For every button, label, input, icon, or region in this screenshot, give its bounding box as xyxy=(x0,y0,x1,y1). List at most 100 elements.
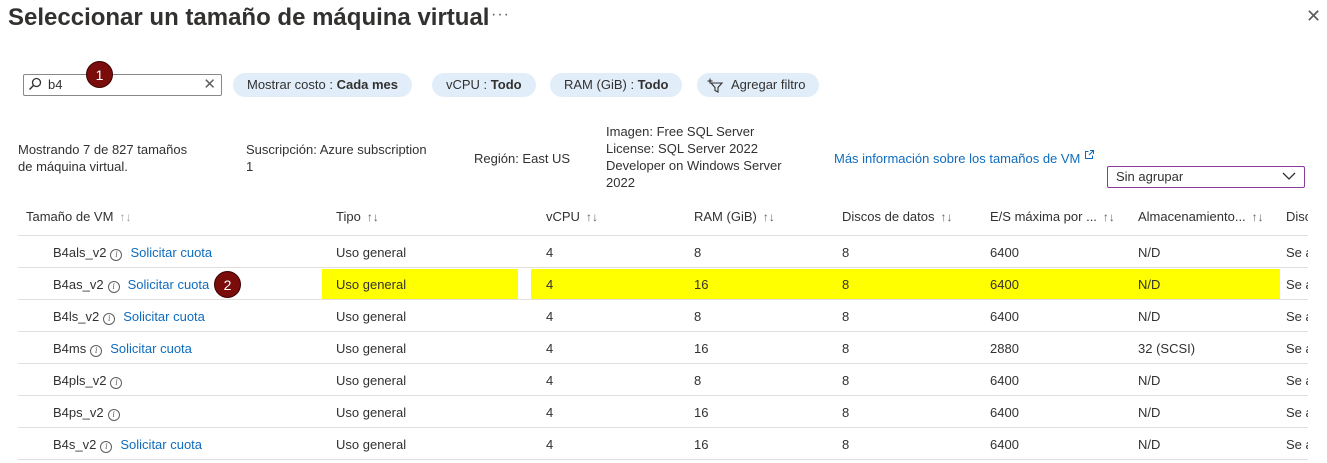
step-badge-2: 2 xyxy=(214,271,241,298)
cell-disks: 8 xyxy=(842,309,850,324)
cell-ram: 16 xyxy=(694,277,709,292)
cell-disks: 8 xyxy=(842,405,850,420)
sort-icon[interactable]: ↑↓ xyxy=(763,210,775,224)
cell-iops: 6400 xyxy=(990,245,1019,260)
cell-storage: N/D xyxy=(1138,405,1161,420)
vm-size-cell[interactable]: B4als_v2 i Solicitar cuota xyxy=(53,245,212,261)
cell-storage: N/D xyxy=(1138,245,1161,260)
cell-iops: 6400 xyxy=(990,437,1019,452)
column-header-storage[interactable]: Almacenamiento... ↑↓ xyxy=(1138,209,1264,224)
column-header-type[interactable]: Tipo ↑↓ xyxy=(336,209,379,224)
sort-icon[interactable]: ↑↓ xyxy=(1103,210,1115,224)
column-header-vcpu-label: vCPU xyxy=(546,209,580,224)
cell-ram: 8 xyxy=(694,309,702,324)
cell-disc: Se a xyxy=(1286,245,1308,260)
row-divider xyxy=(18,299,1308,300)
column-header-data-disks[interactable]: Discos de datos ↑↓ xyxy=(842,209,953,224)
cell-disc: Se a xyxy=(1286,405,1308,420)
cell-vcpu: 4 xyxy=(546,277,554,292)
vm-size-cell[interactable]: B4ls_v2 i Solicitar cuota xyxy=(53,309,205,325)
request-quota-link[interactable]: Solicitar cuota xyxy=(123,309,205,324)
column-header-storage-label: Almacenamiento... xyxy=(1138,209,1246,224)
sort-icon[interactable]: ↑↓ xyxy=(1252,210,1264,224)
cell-disks: 8 xyxy=(842,437,850,452)
cell-vcpu: 4 xyxy=(546,373,554,388)
vm-size-name: B4as_v2 xyxy=(53,277,104,292)
vm-size-name: B4ls_v2 xyxy=(53,309,100,324)
cell-type: Uso general xyxy=(336,245,407,260)
column-header-disc-label: Disc xyxy=(1286,209,1308,224)
column-header-ram[interactable]: RAM (GiB) ↑↓ xyxy=(694,209,775,224)
cell-type: Uso general xyxy=(336,341,407,356)
sort-icon[interactable]: ↑↓ xyxy=(367,210,379,224)
request-quota-link[interactable]: Solicitar cuota xyxy=(130,245,212,260)
info-icon[interactable]: i xyxy=(100,441,113,453)
cell-vcpu: 4 xyxy=(546,245,554,260)
cell-storage: 32 (SCSI) xyxy=(1138,341,1196,356)
vm-size-cell[interactable]: B4s_v2 i Solicitar cuota xyxy=(53,437,202,453)
cell-type: Uso general xyxy=(336,277,407,292)
row-highlight xyxy=(531,269,1280,299)
row-divider xyxy=(18,267,1308,268)
cell-ram: 16 xyxy=(694,405,709,420)
cell-type: Uso general xyxy=(336,437,407,452)
column-header-disc[interactable]: Disc xyxy=(1286,209,1308,224)
cell-storage: N/D xyxy=(1138,437,1161,452)
vm-size-name: B4ps_v2 xyxy=(53,405,104,420)
header-divider xyxy=(18,235,1308,236)
info-icon[interactable]: i xyxy=(107,409,120,421)
cell-disks: 8 xyxy=(842,341,850,356)
cell-disks: 8 xyxy=(842,245,850,260)
vm-size-table: Tamaño de VM ↑↓ Tipo ↑↓ vCPU ↑↓ RAM (GiB) ↑↓… xyxy=(0,0,1308,463)
cell-vcpu: 4 xyxy=(546,309,554,324)
vm-size-cell[interactable]: B4as_v2 i Solicitar cuota xyxy=(53,277,209,293)
info-icon[interactable]: i xyxy=(110,377,123,389)
cell-iops: 2880 xyxy=(990,341,1019,356)
cell-vcpu: 4 xyxy=(546,405,554,420)
cell-ram: 16 xyxy=(694,341,709,356)
vm-size-name: B4als_v2 xyxy=(53,245,107,260)
vm-size-cell[interactable]: B4ms i Solicitar cuota xyxy=(53,341,192,357)
sort-icon[interactable]: ↑↓ xyxy=(941,210,953,224)
info-icon[interactable]: i xyxy=(90,345,103,357)
info-icon[interactable]: i xyxy=(107,281,120,293)
column-header-max-iops-label: E/S máxima por ... xyxy=(990,209,1097,224)
cell-disc: Se a xyxy=(1286,373,1308,388)
row-divider xyxy=(18,459,1308,460)
vm-size-name: B4s_v2 xyxy=(53,437,97,452)
cell-disc: Se a xyxy=(1286,437,1308,452)
row-divider xyxy=(18,427,1308,428)
row-divider xyxy=(18,395,1308,396)
cell-disc: Se a xyxy=(1286,341,1308,356)
request-quota-link[interactable]: Solicitar cuota xyxy=(110,341,192,356)
column-header-vcpu[interactable]: vCPU ↑↓ xyxy=(546,209,598,224)
cell-disc: Se a xyxy=(1286,277,1308,292)
column-header-max-iops[interactable]: E/S máxima por ... ↑↓ xyxy=(990,209,1115,224)
cell-iops: 6400 xyxy=(990,277,1019,292)
sort-icon[interactable]: ↑↓ xyxy=(586,210,598,224)
vm-size-name: B4pls_v2 xyxy=(53,373,107,388)
sort-icon[interactable]: ↑↓ xyxy=(119,210,131,224)
request-quota-link[interactable]: Solicitar cuota xyxy=(128,277,210,292)
cell-vcpu: 4 xyxy=(546,437,554,452)
cell-type: Uso general xyxy=(336,309,407,324)
row-divider xyxy=(18,363,1308,364)
cell-iops: 6400 xyxy=(990,309,1019,324)
cell-storage: N/D xyxy=(1138,277,1161,292)
close-icon[interactable]: ✕ xyxy=(1306,6,1321,27)
cell-storage: N/D xyxy=(1138,373,1161,388)
info-icon[interactable]: i xyxy=(110,249,123,261)
column-header-ram-label: RAM (GiB) xyxy=(694,209,757,224)
cell-disc: Se a xyxy=(1286,309,1308,324)
request-quota-link[interactable]: Solicitar cuota xyxy=(120,437,202,452)
info-icon[interactable]: i xyxy=(103,313,116,325)
vm-size-cell[interactable]: B4pls_v2 i xyxy=(53,373,123,389)
vm-size-cell[interactable]: B4ps_v2 i xyxy=(53,405,120,421)
column-header-vm-size-label: Tamaño de VM xyxy=(26,209,114,224)
cell-type: Uso general xyxy=(336,373,407,388)
column-header-type-label: Tipo xyxy=(336,209,361,224)
column-header-vm-size[interactable]: Tamaño de VM ↑↓ xyxy=(26,209,131,224)
cell-storage: N/D xyxy=(1138,309,1161,324)
cell-ram: 16 xyxy=(694,437,709,452)
row-divider xyxy=(18,331,1308,332)
